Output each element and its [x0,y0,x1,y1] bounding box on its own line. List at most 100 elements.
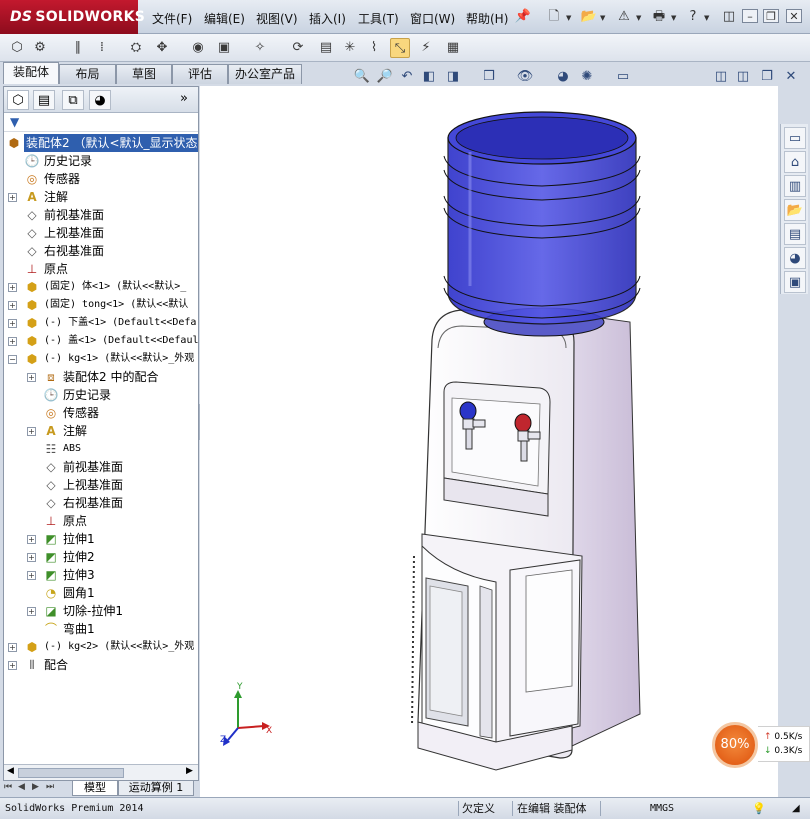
tree-item[interactable]: + ⬢ (固定) tong<1> (默认<<默认 [4,296,198,314]
tab-office-products[interactable]: 办公室产品 [228,64,302,84]
restore-button[interactable]: ❐ [763,9,779,23]
display-manager-tab-icon[interactable]: ◕ [89,90,111,110]
expand-toggle[interactable]: + [27,427,36,436]
tree-item[interactable]: + ◪ 切除-拉伸1 [4,602,198,620]
tree-item[interactable]: + ⬢ (-) 盖<1> (Default<<Defaul [4,332,198,350]
insert-component-icon[interactable]: ⬡ [7,38,27,58]
scroll-right-arrow[interactable]: ▶ [186,766,193,776]
menu-view[interactable]: 视图(V) [256,10,298,27]
viewport-restore-icon[interactable]: ❐ [758,68,776,86]
rebuild-warning-icon[interactable]: ⚠ [615,8,633,26]
tab-motion-study[interactable]: 运动算例 1 [118,781,194,796]
tree-item[interactable]: ◇ 右视基准面 [4,494,198,512]
edit-appearance-icon[interactable]: ◕ [554,68,572,86]
solidworks-resources-icon[interactable]: ▭ [784,127,806,149]
tab-assembly[interactable]: 装配体 [3,62,59,84]
tab-sketch[interactable]: 草图 [116,64,172,84]
zoom-to-area-icon[interactable]: 🔎 [376,68,394,86]
tree-item[interactable]: + ◩ 拉伸1 [4,530,198,548]
move-component-icon[interactable]: ✥ [152,38,172,58]
tab-scroll-next-icon[interactable]: ▶ [32,782,39,792]
menu-tools[interactable]: 工具(T) [358,10,399,27]
expand-toggle[interactable]: + [8,193,17,202]
menu-file[interactable]: 文件(F) [152,10,192,27]
close-button[interactable]: ✕ [786,9,802,23]
expand-toggle[interactable]: + [8,283,17,292]
expand-toggle[interactable]: + [8,337,17,346]
tree-item[interactable]: ◎ 传感器 [4,404,198,422]
help-question-icon[interactable]: ? [684,8,702,26]
minimize-button[interactable]: – [742,9,758,23]
tree-root[interactable]: ⬢ 装配体2 （默认<默认_显示状态-1>） [4,134,198,152]
bill-of-materials-icon[interactable]: ▤ [316,38,336,58]
feature-manager-tab-icon[interactable]: ⬡ [7,90,29,110]
hide-show-items-icon[interactable]: 👁 [516,68,534,86]
menu-help[interactable]: 帮助(H) [466,10,508,27]
linear-pattern-icon[interactable]: ⁞ [92,38,112,58]
reference-geometry-icon[interactable]: ✧ [250,38,270,58]
pin-icon[interactable]: 📌 [514,8,532,26]
tree-item[interactable]: ◇ 上视基准面 [4,476,198,494]
apply-scene-icon[interactable]: ✺ [578,68,596,86]
assembly-features-icon[interactable]: ▣ [214,38,234,58]
custom-properties-icon[interactable]: ▣ [784,271,806,293]
update-speedpak-icon[interactable]: ⚡ [416,38,436,58]
tree-item[interactable]: + ⬢ (-) kg<2> (默认<<默认>_外观 [4,638,198,656]
design-library-icon[interactable]: ▥ [784,175,806,197]
tree-item[interactable]: + ⫴ 配合 [4,656,198,674]
tree-item[interactable]: + ⬢ (固定) 体<1> (默认<<默认>_ [4,278,198,296]
tree-item[interactable]: + ⧈ 装配体2 中的配合 [4,368,198,386]
tree-item[interactable]: + ◩ 拉伸2 [4,548,198,566]
more-tabs-chevron[interactable]: » [180,91,188,106]
tab-scroll-prev-icon[interactable]: ◀ [18,782,25,792]
filter-icon[interactable]: ▼ [10,115,19,129]
help-dropdown-arrow[interactable]: ▼ [704,14,709,22]
instant3d-icon[interactable]: ⤡ [390,38,410,58]
tree-item[interactable]: + A 注解 [4,188,198,206]
section-view-icon[interactable]: ◧ [420,68,438,86]
tab-model[interactable]: 模型 [72,781,118,796]
tree-item[interactable]: + A 注解 [4,422,198,440]
file-explorer-icon[interactable]: 📂 [784,199,806,221]
tree-item[interactable]: ◔ 圆角1 [4,584,198,602]
viewport-close-icon[interactable]: ✕ [782,68,800,86]
tree-item[interactable]: ◎ 传感器 [4,170,198,188]
property-manager-tab-icon[interactable]: ▤ [33,90,55,110]
scroll-thumb[interactable] [18,768,124,778]
tree-item[interactable]: 🕒 历史记录 [4,386,198,404]
show-hidden-icon[interactable]: ◉ [188,38,208,58]
viewport-split-icon[interactable]: ◫ [734,68,752,86]
tree-item[interactable]: ⊥ 原点 [4,260,198,278]
expand-toggle[interactable]: + [8,319,17,328]
collapse-toggle[interactable]: − [8,355,17,364]
previous-view-icon[interactable]: ↶ [398,68,416,86]
tree-item[interactable]: − ⬢ (-) kg<1> (默认<<默认>_外观 [4,350,198,368]
explode-line-sketch-icon[interactable]: ⌇ [364,38,384,58]
tree-item[interactable]: ◇ 前视基准面 [4,206,198,224]
options-icon[interactable]: ◫ [720,8,738,26]
expand-toggle[interactable]: + [27,535,36,544]
open-dropdown-arrow[interactable]: ▼ [600,14,605,22]
expand-toggle[interactable]: + [8,661,17,670]
tree-item[interactable]: ◇ 前视基准面 [4,458,198,476]
print-dropdown-arrow[interactable]: ▼ [671,14,676,22]
tab-scroll-first-icon[interactable]: ⏮ [4,782,12,792]
expand-toggle[interactable]: + [27,373,36,382]
expand-toggle[interactable]: + [8,301,17,310]
view-orientation-icon[interactable]: ◨ [444,68,462,86]
tree-item[interactable]: + ⬢ (-) 下盖<1> (Default<<Defa [4,314,198,332]
tree-item[interactable]: ◇ 右视基准面 [4,242,198,260]
new-document-icon[interactable]: 🗋 [545,8,563,26]
tree-item[interactable]: + ◩ 拉伸3 [4,566,198,584]
tree-item[interactable]: ⊥ 原点 [4,512,198,530]
resize-grip-icon[interactable]: ◢ [792,800,800,817]
scroll-left-arrow[interactable]: ◀ [7,766,14,776]
configuration-manager-tab-icon[interactable]: ⧉ [62,90,84,110]
expand-toggle[interactable]: + [27,607,36,616]
rebuild-dropdown-arrow[interactable]: ▼ [636,14,641,22]
take-snapshot-icon[interactable]: ▦ [443,38,463,58]
expand-toggle[interactable]: + [27,553,36,562]
view-settings-icon[interactable]: ▭ [614,68,632,86]
network-speed-widget[interactable]: 80% ↑ 0.5K/s ↓ 0.3K/s [712,722,810,768]
status-units[interactable]: MMGS [650,800,674,817]
